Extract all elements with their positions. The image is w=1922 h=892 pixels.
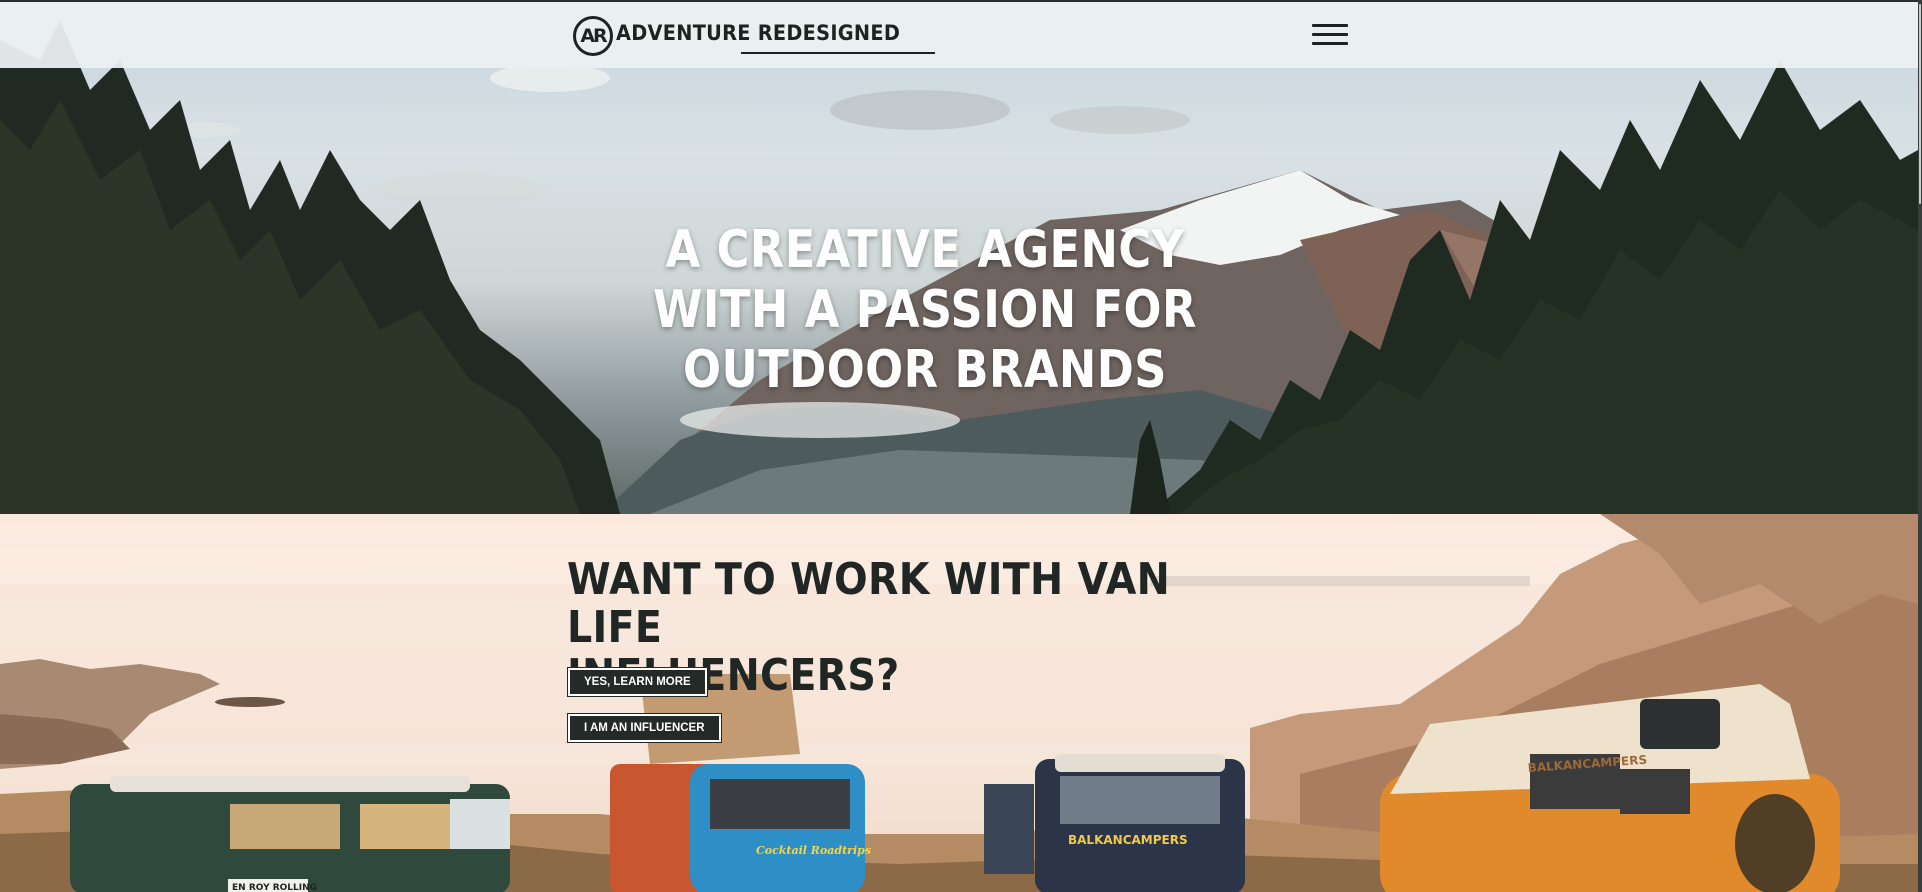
- hero-headline-line: A CREATIVE AGENCY: [665, 220, 1185, 280]
- hero-headline: A CREATIVE AGENCY WITH A PASSION FOR OUT…: [130, 220, 1721, 400]
- hamburger-line: [1312, 33, 1348, 36]
- hero-headline-line: WITH A PASSION FOR: [653, 280, 1197, 340]
- site-logo[interactable]: AR ADVENTURE REDESIGNED: [573, 14, 935, 58]
- hamburger-menu-icon[interactable]: [1312, 22, 1348, 48]
- van-decal-label: BALKANCAMPERS: [1068, 833, 1188, 847]
- page-scrollbar[interactable]: [1918, 0, 1922, 892]
- hamburger-line: [1312, 24, 1348, 27]
- hamburger-line: [1312, 42, 1348, 45]
- learn-more-button[interactable]: YES, LEARN MORE: [567, 667, 708, 697]
- van-plate-label: EN ROY ROLLING: [232, 883, 317, 892]
- van-decal-label: Cocktail Roadtrips: [756, 844, 871, 857]
- logo-mark-icon: AR: [573, 16, 613, 56]
- van-life-section: EN ROY ROLLING Cocktail Roadtrips BALKAN…: [0, 514, 1918, 892]
- hero-section: A CREATIVE AGENCY WITH A PASSION FOR OUT…: [0, 0, 1918, 514]
- site-header: AR ADVENTURE REDESIGNED: [0, 0, 1918, 68]
- influencer-button[interactable]: I AM AN INFLUENCER: [567, 713, 722, 743]
- logo-text: ADVENTURE REDESIGNED: [616, 21, 901, 45]
- page: A CREATIVE AGENCY WITH A PASSION FOR OUT…: [0, 0, 1922, 892]
- scrollbar-thumb[interactable]: [1919, 4, 1921, 204]
- logo-underline: [741, 52, 935, 54]
- hero-headline-line: OUTDOOR BRANDS: [683, 340, 1167, 400]
- van-section-heading-line: WANT TO WORK WITH VAN LIFE: [567, 554, 1171, 653]
